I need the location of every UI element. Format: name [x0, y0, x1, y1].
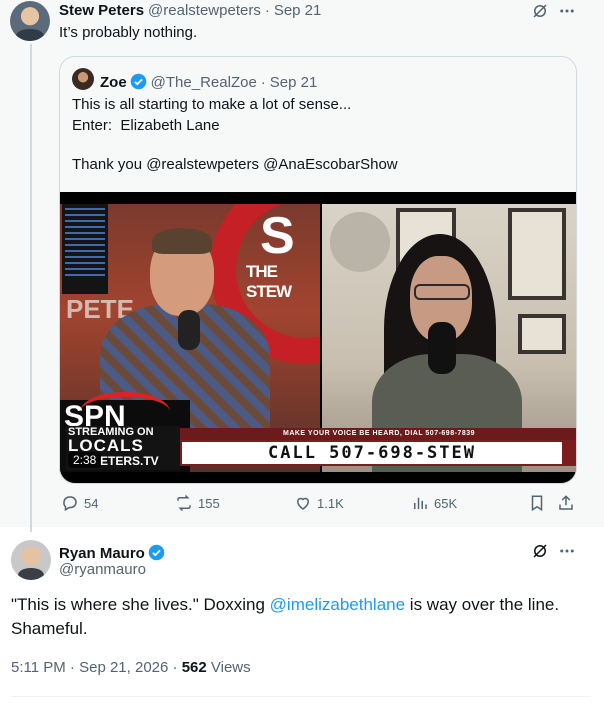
like-button[interactable]: 1.1K [294, 494, 344, 512]
bookmark-button[interactable] [528, 494, 551, 512]
share-icon [559, 495, 573, 510]
views-icon [414, 497, 427, 509]
parent-separator: · [264, 2, 270, 19]
like-count: 1.1K [317, 495, 344, 511]
main-tweet-author: Ryan Mauro [59, 541, 165, 562]
quoted-tweet-card[interactable]: Zoe @The_RealZoe · Sep 21 This is all st… [59, 56, 577, 484]
more-icon[interactable] [557, 1, 577, 21]
host-figure-hair [152, 228, 212, 254]
bookmark-icon [531, 495, 543, 512]
quote-text-line2: Enter: Elizabeth Lane [72, 117, 220, 134]
quoted-video-player[interactable]: S THE STEW PETE SPN MAKE YOUR VOICE BE H… [60, 192, 576, 483]
lamp-decoration [330, 212, 390, 272]
verified-badge-icon [148, 544, 165, 561]
guest-glasses [414, 284, 470, 300]
heart-icon [296, 497, 310, 510]
lower-third-banner: MAKE YOUR VOICE BE HEARD, DIAL 507-698-7… [60, 424, 576, 472]
chat-overlay [62, 204, 108, 294]
wall-big-letter: S [260, 207, 295, 265]
meta-separator-2: · [172, 659, 178, 676]
reply-button[interactable]: 54 [61, 494, 98, 512]
repost-count: 155 [198, 495, 220, 511]
views-button[interactable]: 65K [411, 494, 457, 512]
quote-author-name[interactable]: Zoe [100, 74, 127, 91]
avatar-stew-peters[interactable] [10, 1, 50, 41]
avatar-ryan-mauro[interactable] [11, 540, 51, 580]
main-text-before: "This is where she lives." Doxxing [11, 595, 270, 614]
video-timestamp: 2:38 [68, 452, 102, 468]
quote-text-line3: Thank you @realstewpeters @AnaEscobarSho… [72, 156, 398, 173]
tweet-meta: 5:11 PM · Sep 21, 2026 · 562 Views [11, 659, 251, 676]
wall-frame-2 [508, 208, 566, 300]
share-button[interactable] [557, 494, 580, 512]
quote-header: Zoe @The_RealZoe · Sep 21 [100, 70, 317, 91]
grok-icon[interactable] [530, 541, 550, 561]
main-tweet-text: "This is where she lives." Doxxing @imel… [11, 593, 591, 641]
wall-the-stew-text: THE STEW [246, 262, 292, 301]
guest-microphone [428, 322, 456, 374]
views-number: 562 [181, 659, 207, 676]
reply-count: 54 [84, 495, 99, 511]
parent-date[interactable]: Sep 21 [274, 2, 322, 19]
wall-frame-3 [518, 314, 566, 354]
thread-connector-line [30, 44, 32, 532]
repost-button[interactable]: 155 [175, 494, 220, 512]
parent-author-handle[interactable]: @realstewpeters [148, 2, 261, 19]
views-label: Views [210, 659, 251, 676]
banner-call-line: CALL 507-698-STEW [180, 440, 564, 466]
video-frame: S THE STEW PETE SPN MAKE YOUR VOICE BE H… [60, 204, 576, 472]
avatar-zoe[interactable] [72, 68, 94, 90]
quote-text-line1: This is all starting to make a lot of se… [72, 96, 352, 113]
more-icon[interactable] [557, 541, 577, 561]
meta-separator: · [69, 659, 75, 676]
host-microphone [178, 310, 200, 350]
reply-icon [63, 496, 77, 512]
quote-separator: · [260, 74, 266, 91]
verified-badge-icon [130, 73, 146, 90]
bottom-divider [11, 696, 591, 697]
quote-author-handle[interactable]: @The_RealZoe [151, 74, 257, 91]
tweet-time[interactable]: 5:11 PM [11, 659, 66, 676]
tweet-date[interactable]: Sep 21, 2026 [79, 659, 168, 676]
views-count: 65K [434, 495, 458, 511]
mention-link[interactable]: @imelizabethlane [270, 595, 405, 614]
parent-author-name[interactable]: Stew Peters [59, 2, 144, 19]
grok-icon[interactable] [530, 1, 550, 21]
main-author-handle[interactable]: @ryanmauro [59, 561, 146, 578]
parent-tweet-text: It’s probably nothing. [59, 24, 198, 41]
repost-icon [177, 494, 191, 512]
banner-top-line: MAKE YOUR VOICE BE HEARD, DIAL 507-698-7… [180, 428, 576, 440]
parent-tweet-header: Stew Peters @realstewpeters · Sep 21 [59, 2, 321, 19]
banner-end-cap [564, 440, 576, 466]
main-author-name[interactable]: Ryan Mauro [59, 545, 145, 562]
quote-date[interactable]: Sep 21 [270, 74, 318, 91]
